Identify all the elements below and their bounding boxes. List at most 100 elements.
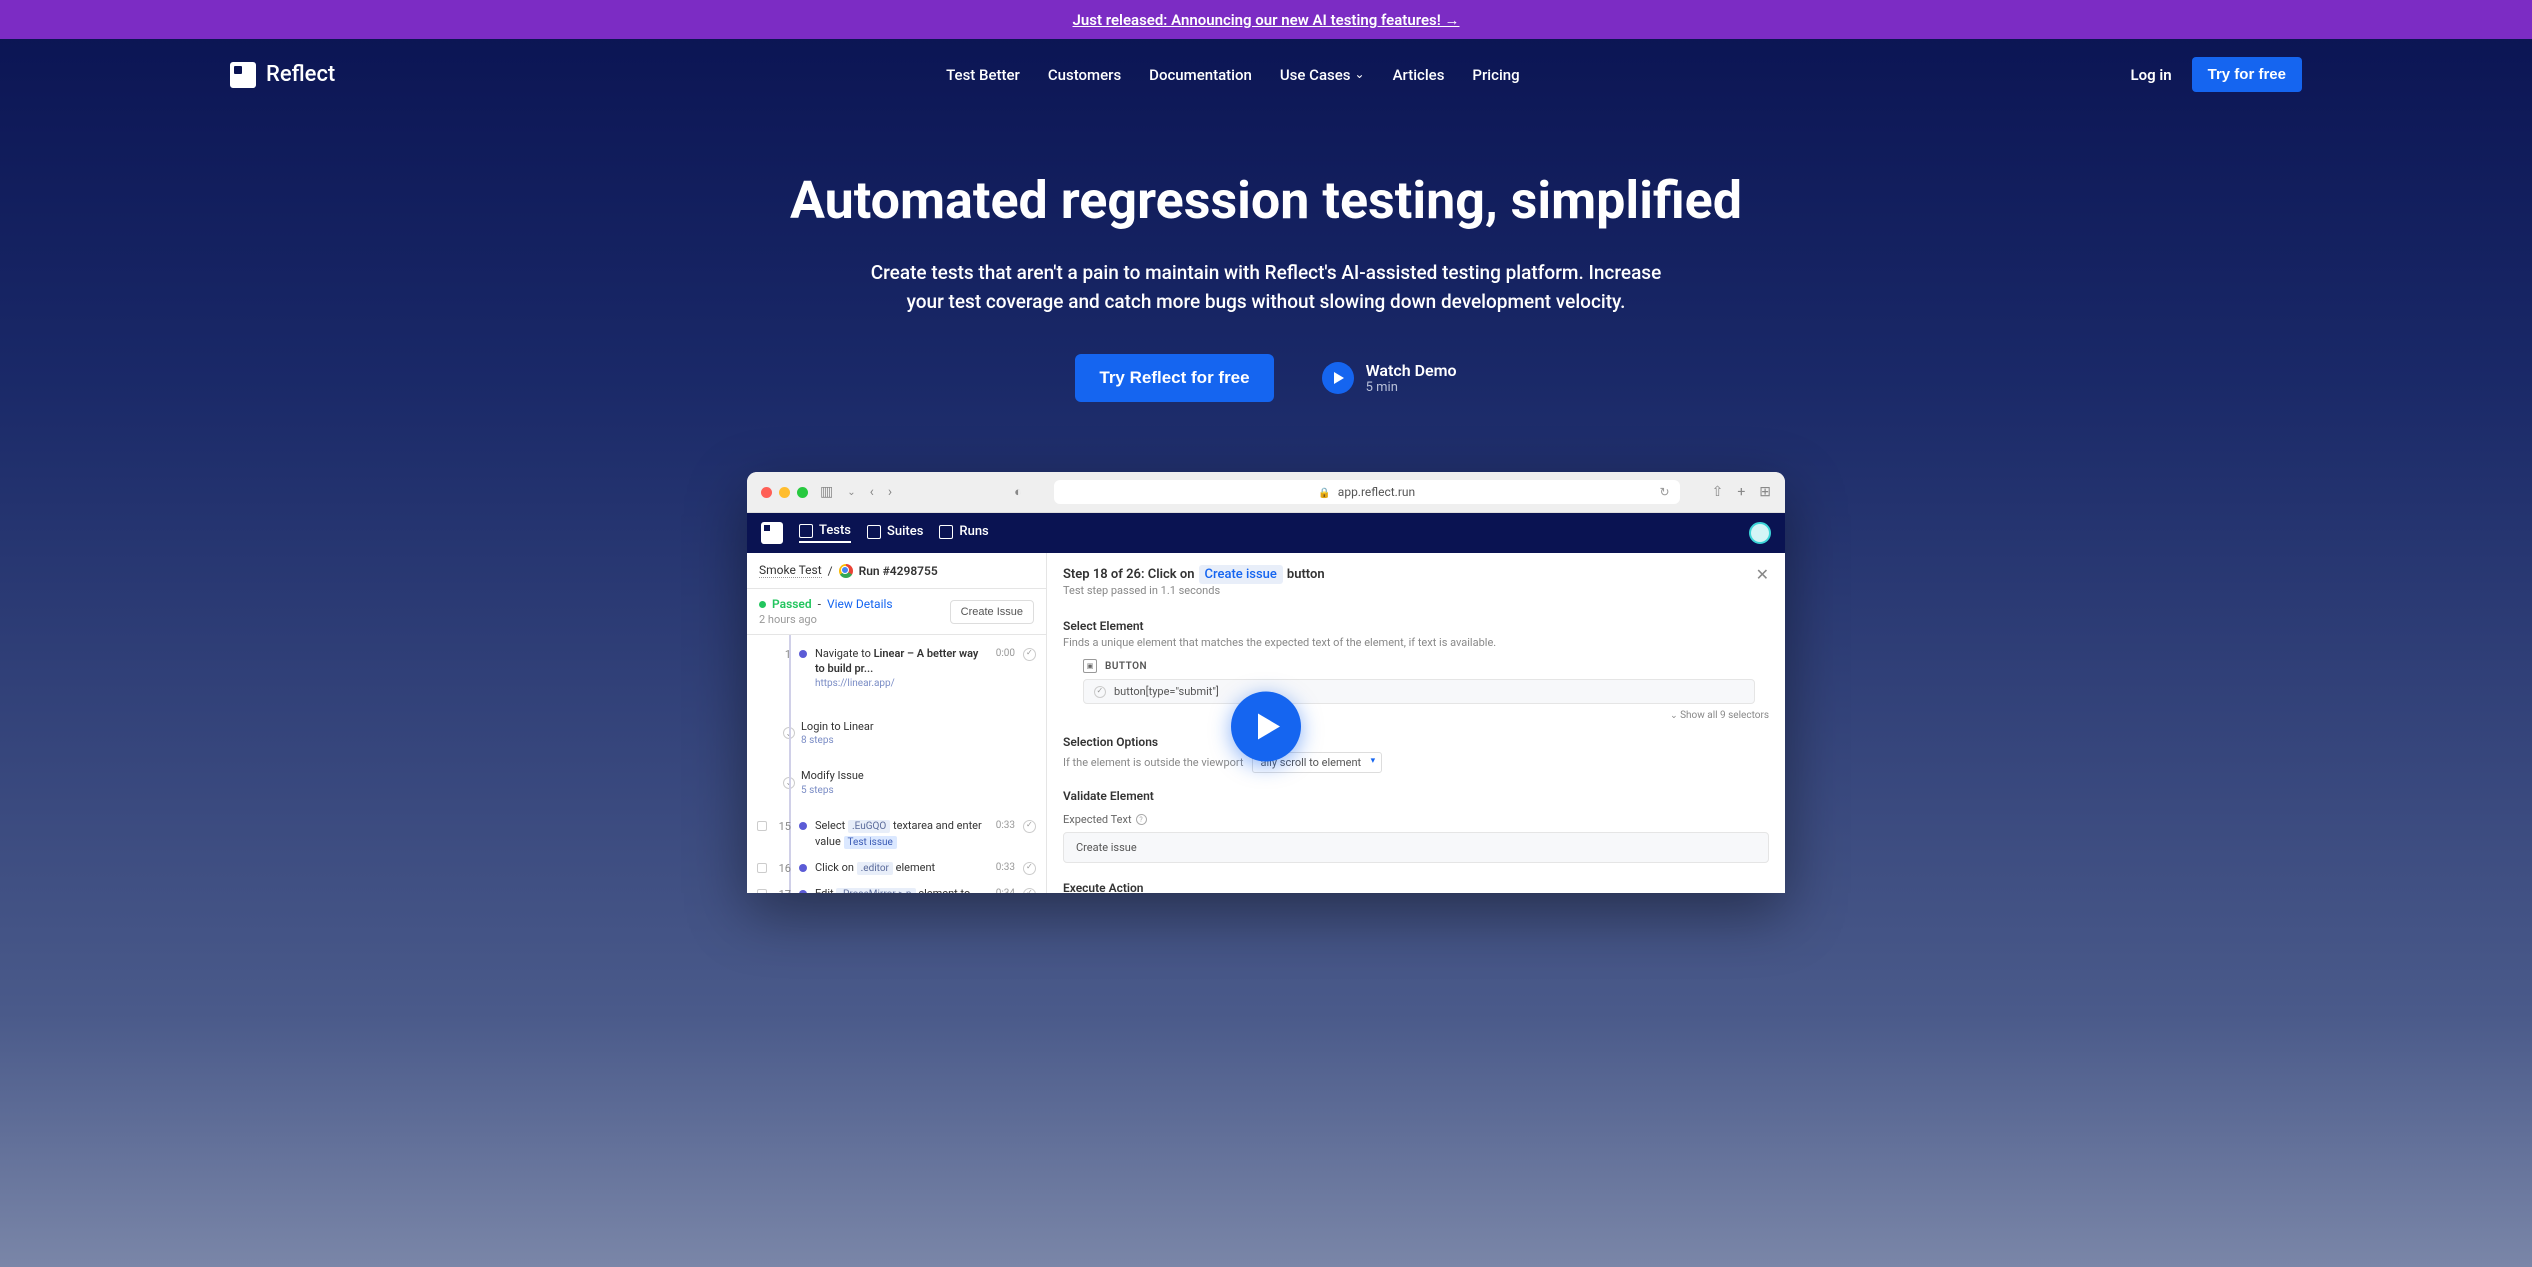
create-issue-button[interactable]: Create Issue xyxy=(950,600,1034,624)
logo-text: Reflect xyxy=(266,62,335,87)
view-details-link[interactable]: View Details xyxy=(827,597,893,611)
watch-demo[interactable]: Watch Demo 5 min xyxy=(1322,361,1457,395)
hero: Automated regression testing, simplified… xyxy=(0,110,2532,432)
step-dot-icon xyxy=(799,864,807,872)
hero-actions: Try Reflect for free Watch Demo 5 min xyxy=(20,354,2512,402)
close-dot-icon xyxy=(761,487,772,498)
time-ago: 2 hours ago xyxy=(759,613,893,626)
step-dot-icon xyxy=(799,650,807,658)
browser-right-icons: ⇧ + ⊞ xyxy=(1712,484,1771,500)
app-logo-icon xyxy=(761,522,783,544)
hero-subtitle: Create tests that aren't a pain to maint… xyxy=(851,259,1681,316)
step-row[interactable]: 1 Navigate to Linear – A better way to b… xyxy=(747,641,1046,696)
selector-check-icon xyxy=(1094,686,1106,698)
steps-list: 1 Navigate to Linear – A better way to b… xyxy=(747,635,1046,893)
app-main: Step 18 of 26: Click on Create issue but… xyxy=(1047,553,1785,893)
hero-cta-button[interactable]: Try Reflect for free xyxy=(1075,354,1273,402)
step-check-icon xyxy=(1023,888,1036,893)
close-icon[interactable]: ✕ xyxy=(1756,565,1769,584)
browser-window: ▥ ⌄ ‹ › ◐ 🔒 app.reflect.run ↻ ⇧ + ⊞ Test… xyxy=(747,472,1785,893)
step-dot-icon xyxy=(799,890,807,893)
step-check-icon xyxy=(1023,820,1036,833)
back-icon: ‹ xyxy=(870,484,874,500)
app-nav-suites-label: Suites xyxy=(887,524,923,539)
element-label: BUTTON xyxy=(1105,661,1147,672)
step-check-icon xyxy=(1023,648,1036,661)
nav-test-better[interactable]: Test Better xyxy=(946,66,1020,84)
watch-demo-sub: 5 min xyxy=(1366,380,1457,395)
tabs-icon: ⊞ xyxy=(1759,484,1771,500)
logo[interactable]: Reflect xyxy=(230,62,335,88)
expected-value: Create issue xyxy=(1063,832,1769,863)
collapse-row[interactable]: ⌄ Login to Linear 8 steps xyxy=(747,714,1046,753)
announcement-link[interactable]: Just released: Announcing our new AI tes… xyxy=(1073,11,1460,29)
app-nav-runs-label: Runs xyxy=(959,524,988,539)
hero-title: Automated regression testing, simplified xyxy=(20,170,2512,231)
app-nav-tests[interactable]: Tests xyxy=(799,523,851,543)
sidebar-toggle-icon: ▥ xyxy=(820,484,833,500)
element-icon: ▣ xyxy=(1083,659,1097,673)
app-header: Tests Suites Runs xyxy=(747,513,1785,553)
announcement-bar: Just released: Announcing our new AI tes… xyxy=(0,0,2532,39)
validate-element-title: Validate Element xyxy=(1063,789,1769,803)
nav-articles[interactable]: Articles xyxy=(1393,66,1445,84)
url-text: app.reflect.run xyxy=(1338,485,1415,499)
step-row[interactable]: 15 Select .EuGQO textarea and enter valu… xyxy=(747,813,1046,855)
chrome-icon xyxy=(839,564,853,578)
shield-icon: ◐ xyxy=(1014,484,1022,500)
app-body: Smoke Test / Run #4298755 Passed - View … xyxy=(747,553,1785,893)
main-title: Step 18 of 26: Click on Create issue but… xyxy=(1063,565,1325,584)
logo-icon xyxy=(230,62,256,88)
step-dot-icon xyxy=(799,822,807,830)
runs-icon xyxy=(939,525,953,539)
app-nav-tests-label: Tests xyxy=(819,523,851,538)
step-row[interactable]: 16 Click on .editor element 0:33 xyxy=(747,855,1046,881)
app-nav-suites[interactable]: Suites xyxy=(867,524,923,542)
share-icon: ⇧ xyxy=(1712,484,1724,500)
app-nav-runs[interactable]: Runs xyxy=(939,524,988,542)
watch-demo-title: Watch Demo xyxy=(1366,361,1457,380)
nav-customers[interactable]: Customers xyxy=(1048,66,1121,84)
nav-pricing[interactable]: Pricing xyxy=(1472,66,1519,84)
minimize-dot-icon xyxy=(779,487,790,498)
expected-text-label: Expected Text xyxy=(1063,813,1132,826)
traffic-lights xyxy=(761,487,808,498)
selection-options-text: If the element is outside the viewport xyxy=(1063,756,1244,769)
nav-right: Log in Try for free xyxy=(2130,57,2302,92)
status-dot-icon xyxy=(759,601,766,608)
watch-demo-text: Watch Demo 5 min xyxy=(1366,361,1457,395)
status-passed: Passed xyxy=(772,597,812,611)
login-link[interactable]: Log in xyxy=(2130,66,2171,84)
nav-documentation[interactable]: Documentation xyxy=(1149,66,1252,84)
selection-options-title: Selection Options xyxy=(1063,735,1769,749)
play-icon xyxy=(1322,362,1354,394)
navbar: Reflect Test Better Customers Documentat… xyxy=(0,39,2532,110)
step-check-icon xyxy=(1023,862,1036,875)
selector-code: button[type="submit"] xyxy=(1114,685,1219,698)
selector-box: button[type="submit"] xyxy=(1083,679,1755,704)
step-checkbox[interactable] xyxy=(757,863,767,873)
select-element-title: Select Element xyxy=(1063,619,1769,633)
try-free-button[interactable]: Try for free xyxy=(2192,57,2302,92)
help-icon[interactable]: ? xyxy=(1136,814,1147,825)
execute-action-title: Execute Action xyxy=(1063,881,1769,893)
breadcrumb-smoke[interactable]: Smoke Test xyxy=(759,563,822,578)
step-row[interactable]: 17 Edit .ProseMirror > p element to cont… xyxy=(747,881,1046,893)
chevron-down-icon: ⌄ xyxy=(847,487,855,498)
title-chip: Create issue xyxy=(1199,565,1283,584)
show-all-link[interactable]: ⌄ Show all 9 selectors xyxy=(1063,710,1769,721)
avatar[interactable] xyxy=(1749,522,1771,544)
play-video-button[interactable] xyxy=(1231,692,1301,762)
browser-nav-icons: ▥ ⌄ ‹ › xyxy=(820,484,892,500)
suites-icon xyxy=(867,525,881,539)
select-element-desc: Finds a unique element that matches the … xyxy=(1063,636,1769,649)
step-checkbox[interactable] xyxy=(757,821,767,831)
main-subtitle: Test step passed in 1.1 seconds xyxy=(1063,584,1325,597)
maximize-dot-icon xyxy=(797,487,808,498)
status-row: Passed - View Details 2 hours ago Create… xyxy=(747,589,1046,635)
plus-icon: + xyxy=(1737,484,1745,500)
collapse-row[interactable]: ⌄ Modify Issue 5 steps xyxy=(747,763,1046,802)
nav-use-cases[interactable]: Use Cases xyxy=(1280,66,1365,84)
forward-icon: › xyxy=(888,484,892,500)
step-checkbox[interactable] xyxy=(757,889,767,893)
